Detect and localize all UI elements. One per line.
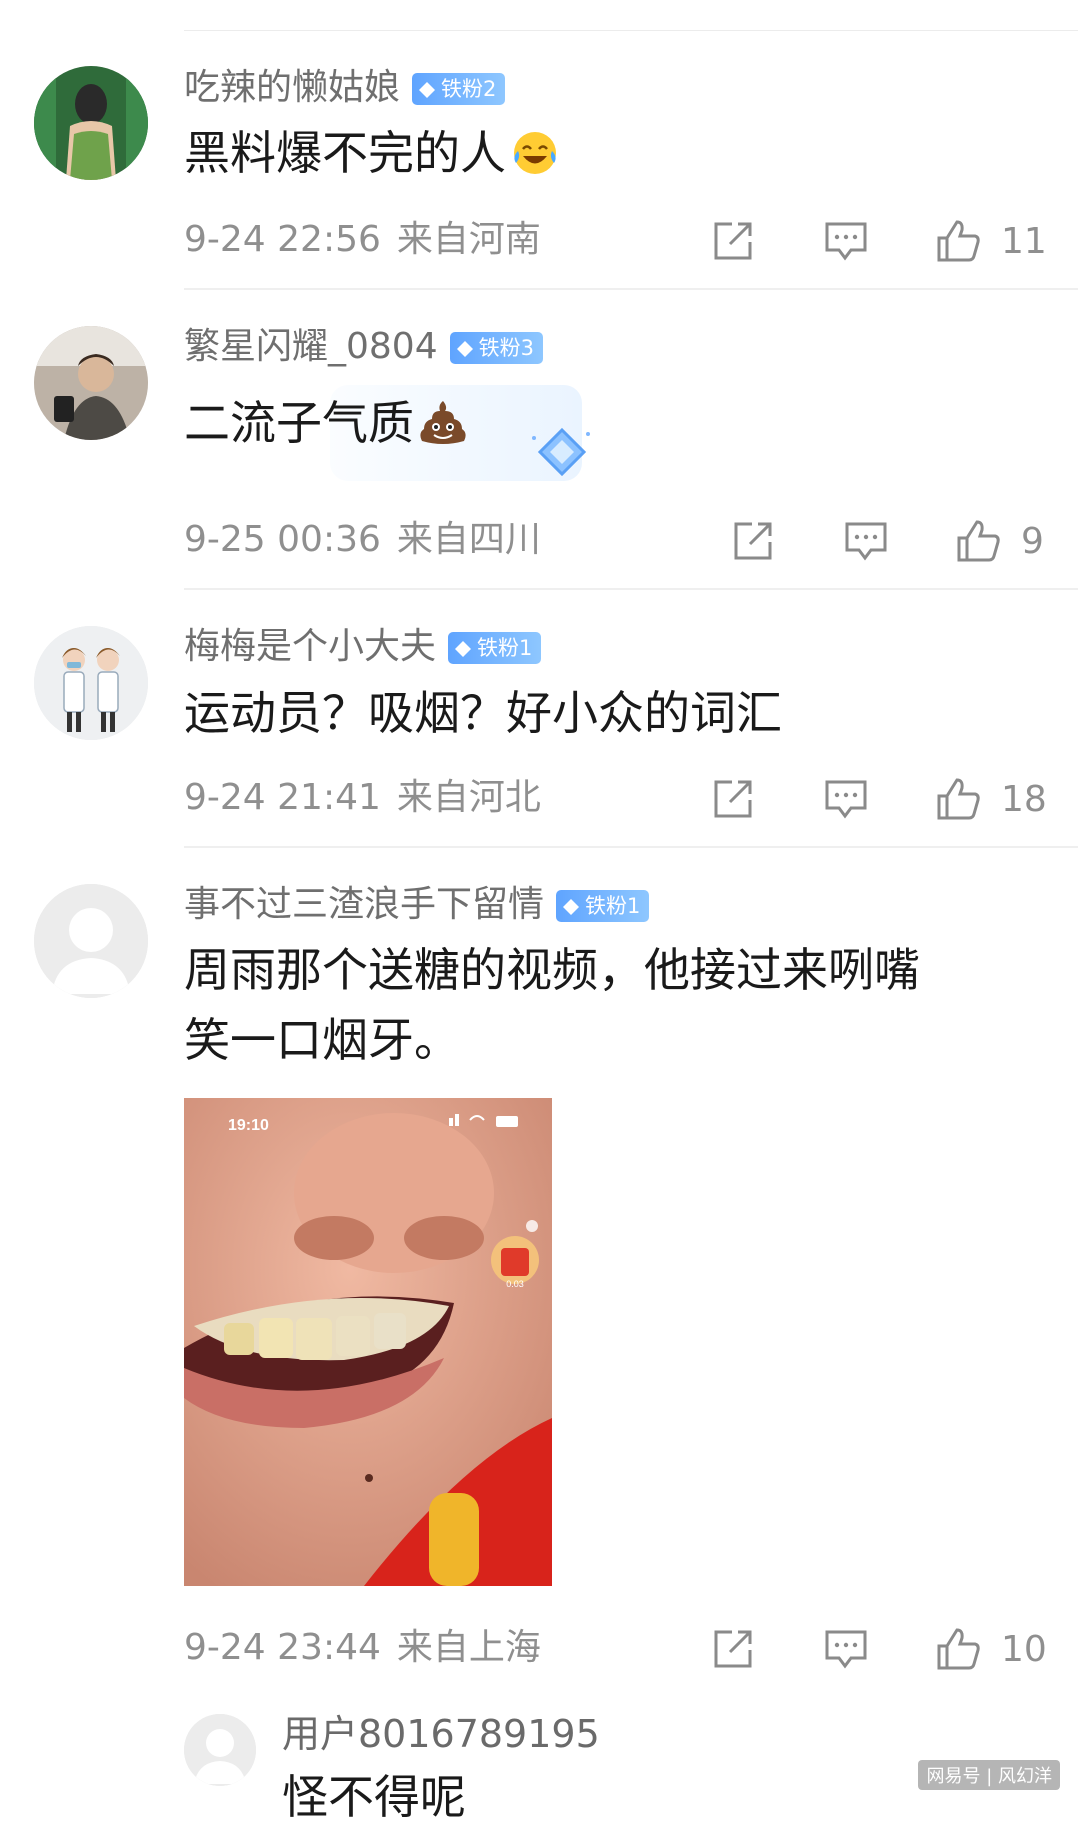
fan-badge-label: 铁粉2 [441,77,497,101]
diamond-icon [455,641,472,657]
username[interactable]: 吃辣的懒姑娘 铁粉2 [184,66,506,110]
reply-icon[interactable] [843,518,889,564]
share-icon[interactable] [710,776,756,822]
comment-text: 黑料爆不完的人 [184,118,1034,188]
like-count: 11 [1001,221,1047,262]
like-icon[interactable] [955,518,1001,564]
fan-badge: 铁粉1 [448,632,542,664]
like-count: 10 [1001,1629,1047,1670]
laughing-tears-emoji-icon [514,132,556,174]
comment-text-line: 笑一口烟牙。 [184,1013,460,1067]
fan-badge: 铁粉3 [449,332,543,364]
username[interactable]: 事不过三渣浪手下留情 铁粉1 [184,883,650,927]
comment-divider [184,846,1078,848]
comment-divider [184,588,1078,590]
username-text[interactable]: 用户8016789195 [282,1712,600,1756]
comment-text: 运动员？吸烟？好小众的词汇 [184,678,1034,748]
username-text[interactable]: 繁星闪耀_0804 [184,326,438,367]
comment-text-content: 怪不得呢 [282,1770,466,1824]
like-icon[interactable] [935,776,981,822]
comment-text: 二流子气质 [184,388,1034,458]
like-count: 9 [1021,521,1044,562]
like-count: 18 [1001,779,1047,820]
share-icon[interactable] [730,518,776,564]
avatar[interactable] [34,66,148,180]
avatar[interactable] [34,626,148,740]
username[interactable]: 繁星闪耀_0804 铁粉3 [184,325,543,369]
avatar[interactable] [34,884,148,998]
comment-actions: 10 [0,1626,1078,1676]
image-status-time: 19:10 [228,1117,269,1134]
comment-text: 周雨那个送糖的视频，他接过来咧嘴 笑一口烟牙。 [184,935,1034,1075]
fan-badge-label: 铁粉3 [478,336,534,360]
comment-text-line: 周雨那个送糖的视频，他接过来咧嘴 [184,943,920,997]
reward-amount: 0.03 [506,1279,524,1289]
reply-icon[interactable] [823,776,869,822]
username-text[interactable]: 事不过三渣浪手下留情 [184,884,544,925]
comment-actions: 18 [0,776,1078,826]
diamond-icon [456,341,473,357]
fan-badge-label: 铁粉1 [477,636,533,660]
poop-emoji-icon [420,401,466,444]
diamond-icon [419,82,436,98]
like-icon[interactable] [935,1626,981,1672]
fan-badge-label: 铁粉1 [585,894,641,918]
reply-icon[interactable] [823,1626,869,1672]
comment-text-content: 运动员？吸烟？好小众的词汇 [184,686,782,740]
share-icon[interactable] [710,1626,756,1672]
username-text[interactable]: 梅梅是个小大夫 [184,626,436,667]
comment-actions: 9 [0,518,1078,568]
like-icon[interactable] [935,218,981,264]
comment-divider [184,288,1078,290]
comment-text-content: 黑料爆不完的人 [184,126,506,180]
default-avatar-icon [34,884,148,998]
reply-icon[interactable] [823,218,869,264]
diamond-icon [563,899,580,915]
comment-actions: 11 [0,218,1078,268]
avatar[interactable] [184,1714,256,1786]
username[interactable]: 用户8016789195 [282,1712,600,1756]
share-icon[interactable] [710,218,756,264]
comment-image[interactable]: 19:10 0.03 [184,1098,552,1586]
default-avatar-icon [184,1714,256,1786]
watermark: 网易号 | 风幻洋 [918,1760,1060,1790]
fan-badge: 铁粉2 [412,73,506,105]
comment-text-content: 二流子气质 [184,396,414,450]
avatar[interactable] [34,326,148,440]
fan-badge: 铁粉1 [556,890,650,922]
username[interactable]: 梅梅是个小大夫 铁粉1 [184,625,542,669]
username-text[interactable]: 吃辣的懒姑娘 [184,67,400,108]
top-divider [184,30,1078,31]
